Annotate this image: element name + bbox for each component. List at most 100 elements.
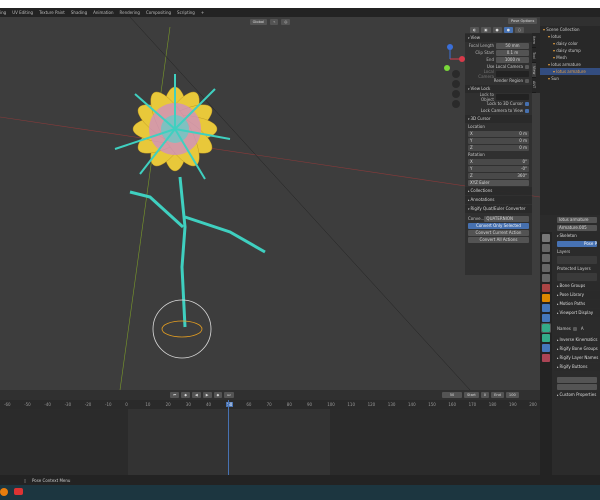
play-icon[interactable]: ▶	[202, 392, 212, 398]
tab-tool[interactable]: Tool	[532, 48, 536, 63]
properties-panel[interactable]: Pose Library	[554, 291, 600, 299]
annotations-section[interactable]: Annotations	[465, 196, 532, 204]
object-name-field[interactable]: lotus armature	[557, 216, 597, 223]
playhead[interactable]	[228, 400, 229, 475]
workspace-tab[interactable]: Shading	[71, 10, 87, 15]
cursor-loc-field[interactable]: X 0 m	[468, 130, 529, 137]
cursor-loc-field[interactable]: Y 0 m	[468, 137, 529, 144]
render-tab-icon[interactable]	[542, 244, 550, 252]
property-field-2[interactable]	[557, 384, 597, 390]
convert-only-selected-button[interactable]: Convert Only Selected	[468, 223, 529, 229]
play-reverse-icon[interactable]: ◀	[192, 392, 201, 398]
current-frame-field[interactable]: 50	[442, 392, 462, 398]
bone-constraint-tab-icon[interactable]	[542, 344, 550, 352]
scene-tab-icon[interactable]	[542, 274, 550, 282]
modifier-tab-icon[interactable]	[542, 304, 550, 312]
properties-panel[interactable]: Motion Paths	[554, 300, 600, 308]
properties-panel[interactable]: Inverse Kinematics	[554, 336, 600, 344]
cursor-rot-field[interactable]: Y -0°	[468, 165, 529, 172]
workspace-tab[interactable]: Rendering	[120, 10, 140, 15]
layers-grid[interactable]	[557, 256, 597, 264]
clip-start-field[interactable]: 0.1 m	[496, 49, 529, 56]
start-frame-field[interactable]: 0	[480, 392, 490, 398]
frame-tick-label: -40	[44, 402, 51, 407]
outliner: ▾ Scene Collection ▾ lotus ▾ daisy color ▾ …	[540, 17, 600, 215]
snap-icon[interactable]: ⌁	[270, 18, 279, 25]
workspace-tab[interactable]: ing	[0, 10, 6, 15]
workspace-tab[interactable]: Texture Paint	[39, 10, 65, 15]
armature-data-field[interactable]: Armature.005	[557, 224, 597, 231]
properties-panel[interactable]: Rigify Buttons	[554, 363, 600, 371]
outliner-item[interactable]: ▾ Mesh	[540, 54, 600, 61]
texture-tab-icon[interactable]	[542, 354, 550, 362]
cursor-rot-field[interactable]: X 0°	[468, 158, 529, 165]
lock-camera-checkbox[interactable]	[525, 108, 529, 113]
next-keyframe-icon[interactable]: ◆	[213, 392, 223, 398]
cursor-loc-field[interactable]: Z 0 m	[468, 144, 529, 151]
blender-icon[interactable]	[0, 488, 8, 496]
cursor-rot-field[interactable]: Z 360°	[468, 172, 529, 179]
custom-properties-section[interactable]: Custom Properties	[554, 391, 600, 399]
tab-item[interactable]: Item	[532, 33, 536, 48]
clip-end-label: End	[486, 57, 494, 62]
local-camera-field[interactable]	[496, 70, 529, 77]
protected-layers-grid[interactable]	[557, 273, 597, 281]
properties-tabs	[540, 232, 552, 477]
tab-ant[interactable]: ANT	[532, 78, 536, 93]
constraint-tab-icon[interactable]	[542, 314, 550, 322]
pose-position-button[interactable]: Pose P	[557, 241, 597, 247]
clip-end-field[interactable]: 1000 m	[496, 56, 529, 63]
rigify-converter-section[interactable]: Rigify Quat/Euler Converter	[465, 205, 532, 213]
armature-data-tab-icon[interactable]	[541, 323, 551, 333]
workspace-tab[interactable]: Compositing	[146, 10, 171, 15]
outliner-item[interactable]: ▾ Scene Collection	[540, 26, 600, 33]
frame-ruler[interactable]: -60 -50 -40 -30 -20 -10 0 10 20 30 40 50 60 70 80 90 100…	[0, 400, 540, 409]
bone-tab-icon[interactable]	[542, 334, 550, 342]
workspace-tab[interactable]: UV Editing	[12, 10, 33, 15]
workspace-tab[interactable]: +	[201, 10, 204, 15]
outliner-item[interactable]: ▾ lotus armature	[540, 61, 600, 68]
jump-end-icon[interactable]: ⏭	[224, 392, 234, 398]
properties-panel[interactable]: Rigify Layer Names	[554, 354, 600, 362]
outliner-item[interactable]: ▾ lotus armature	[540, 68, 600, 75]
collections-section[interactable]: Collections	[465, 187, 532, 195]
properties-panel[interactable]: Bone Groups	[554, 282, 600, 290]
tab-view[interactable]: View	[532, 63, 536, 78]
outliner-item-label: Scene Collection	[546, 27, 580, 32]
focal-length-field[interactable]: 50 mm	[496, 42, 529, 49]
orientation-dropdown[interactable]: Global	[249, 18, 268, 25]
use-local-camera-checkbox[interactable]	[525, 64, 529, 69]
prev-keyframe-icon[interactable]: ◆	[181, 392, 190, 398]
outliner-item[interactable]: ▾ Sun	[540, 75, 600, 82]
end-frame-field[interactable]: 100	[505, 392, 519, 398]
render-region-checkbox[interactable]	[525, 78, 529, 83]
property-field-1[interactable]	[557, 377, 597, 383]
outliner-item[interactable]: ▾ lotus	[540, 33, 600, 40]
chat-app-icon[interactable]	[14, 488, 23, 495]
view-section[interactable]: View	[465, 34, 532, 42]
skeleton-section[interactable]: Skeleton	[554, 232, 600, 240]
3d-cursor-section[interactable]: 3D Cursor	[465, 115, 532, 123]
tool-tab-icon[interactable]	[542, 234, 550, 242]
pose-options-dropdown[interactable]: Pose Options	[508, 18, 538, 24]
names-checkbox[interactable]	[572, 326, 577, 331]
properties-panel[interactable]: Viewport Display	[554, 309, 600, 317]
lock-to-cursor-checkbox[interactable]	[525, 101, 529, 106]
properties-panel[interactable]: Rigify Bone Groups	[554, 345, 600, 353]
output-tab-icon[interactable]	[542, 254, 550, 262]
lock-to-object-field[interactable]	[496, 93, 529, 100]
convert-current-action-button[interactable]: Convert Current Action	[468, 230, 529, 236]
3d-viewport[interactable]	[0, 17, 540, 390]
object-tab-icon[interactable]	[542, 294, 550, 302]
outliner-item[interactable]: ▾ daisy stump	[540, 47, 600, 54]
convert-all-actions-button[interactable]: Convert All Actions	[468, 237, 529, 243]
jump-start-icon[interactable]: ⏮	[170, 392, 180, 398]
proportional-icon[interactable]: ◎	[281, 18, 291, 25]
outliner-item[interactable]: ▾ daisy color	[540, 40, 600, 47]
rotation-mode-dropdown[interactable]: XYZ Euler	[468, 179, 529, 186]
workspace-tab[interactable]: Scripting	[177, 10, 195, 15]
world-tab-icon[interactable]	[542, 284, 550, 292]
convert-mode-dropdown[interactable]: QUATERNION	[484, 215, 529, 222]
view-layer-tab-icon[interactable]	[542, 264, 550, 272]
workspace-tab[interactable]: Animation	[93, 10, 113, 15]
